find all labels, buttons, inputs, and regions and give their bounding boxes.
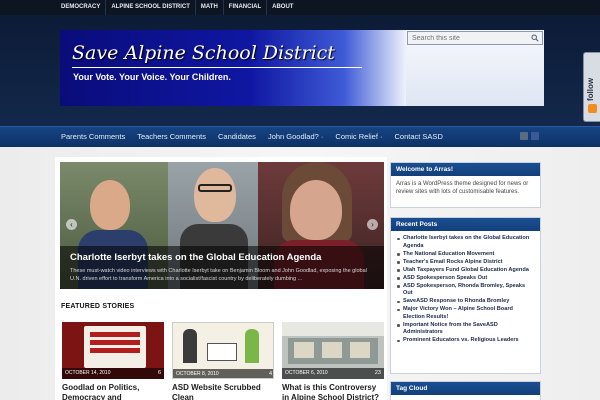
top-nav: DEMOCRACY ALPINE SCHOOL DISTRICT MATH FI… <box>56 0 298 15</box>
nav-teachers-comments[interactable]: Teachers Comments <box>131 127 212 147</box>
rss-feed-icon[interactable] <box>520 132 528 140</box>
widget-title: Tag Cloud <box>391 382 540 395</box>
top-nav-financial[interactable]: FINANCIAL <box>224 0 268 15</box>
comment-count[interactable]: 4 <box>269 371 272 377</box>
search-icon[interactable] <box>531 34 539 42</box>
main-nav: Parents Comments Teachers Comments Candi… <box>0 126 600 147</box>
slide-title[interactable]: Charlotte Iserbyt takes on the Global Ed… <box>70 252 321 263</box>
card-title[interactable]: Goodlad on Politics, Democracy and Capit… <box>62 383 164 400</box>
welcome-widget: Welcome to Arras! Arras is a WordPress t… <box>390 162 541 208</box>
top-bar: DEMOCRACY ALPINE SCHOOL DISTRICT MATH FI… <box>0 0 600 15</box>
featured-slider[interactable]: ‹ › Charlotte Iserbyt takes on the Globa… <box>60 162 384 289</box>
follow-tab[interactable]: follow <box>583 52 600 122</box>
recent-post-link[interactable]: ASD Spokesperson, Rhonda Bromley, Speaks… <box>397 283 535 298</box>
tag-cloud-widget: Tag Cloud <box>390 381 541 400</box>
follow-label: follow <box>586 77 595 101</box>
top-nav-about[interactable]: ABOUT <box>267 0 298 15</box>
card-date: OCTOBER 14, 2010 <box>65 370 111 376</box>
widget-title: Recent Posts <box>391 218 540 231</box>
nav-candidates[interactable]: Candidates <box>212 127 262 147</box>
slide-caption: Charlotte Iserbyt takes on the Global Ed… <box>60 246 384 289</box>
top-nav-math[interactable]: MATH <box>196 0 224 15</box>
nav-parents-comments[interactable]: Parents Comments <box>55 127 131 147</box>
widget-text: Arras is a WordPress theme designed for … <box>396 181 529 195</box>
card-title[interactable]: What is this Controversy in Alpine Schoo… <box>282 383 384 400</box>
card-thumbnail[interactable]: OCTOBER 8, 2010 4 <box>172 322 274 379</box>
card-date: OCTOBER 6, 2010 <box>285 370 328 376</box>
top-nav-democracy[interactable]: DEMOCRACY <box>56 0 107 15</box>
comment-count[interactable]: 6 <box>158 370 161 376</box>
recent-post-link[interactable]: Teacher's Email Rocks Alpine District <box>397 259 535 267</box>
nav-john-goodlad[interactable]: John Goodlad? · <box>262 127 329 147</box>
recent-post-link[interactable]: Utah Taxpayers Fund Global Education Age… <box>397 267 535 275</box>
recent-post-link[interactable]: SaveASD Response to Rhonda Bromley <box>397 298 535 306</box>
recent-post-link[interactable]: ASD Spokesperson Speaks Out <box>397 275 535 283</box>
facebook-icon[interactable] <box>531 132 539 140</box>
search-input[interactable] <box>408 34 526 42</box>
site-banner[interactable]: Save Alpine School District Your Vote. Y… <box>60 30 406 106</box>
featured-stories-heading: FEATURED STORIES <box>61 303 135 310</box>
slider-next-button[interactable]: › <box>367 219 378 230</box>
nav-contact-sasd[interactable]: Contact SASD <box>389 127 449 147</box>
widget-title: Welcome to Arras! <box>391 163 540 176</box>
recent-post-link[interactable]: Prominent Educators vs. Religious Leader… <box>397 337 535 345</box>
top-nav-alpine-school-district[interactable]: ALPINE SCHOOL DISTRICT <box>106 0 196 15</box>
recent-post-link[interactable]: Major Victory Won – Alpine School Board … <box>397 306 535 321</box>
card-date: OCTOBER 8, 2010 <box>176 371 219 377</box>
recent-post-link[interactable]: The National Education Movement <box>397 251 535 259</box>
recent-posts-list: Charlotte Iserbyt takes on the Global Ed… <box>391 231 540 347</box>
site-title: Save Alpine School District <box>72 42 335 64</box>
recent-post-link[interactable]: Charlotte Iserbyt takes on the Global Ed… <box>397 235 535 250</box>
recent-post-link[interactable]: Important Notice from the SaveASD Admini… <box>397 322 535 337</box>
slide-excerpt: These must-watch video interviews with C… <box>70 268 367 282</box>
card-thumbnail[interactable]: OCTOBER 6, 2010 23 <box>282 322 384 379</box>
card-thumbnail[interactable]: OCTOBER 14, 2010 6 <box>62 322 164 379</box>
search-box <box>407 31 543 45</box>
site-tagline: Your Vote. Your Voice. Your Children. <box>73 72 231 82</box>
recent-posts-widget: Recent Posts Charlotte Iserbyt takes on … <box>390 217 541 374</box>
slider-prev-button[interactable]: ‹ <box>66 219 77 230</box>
rss-icon <box>588 104 597 113</box>
social-links <box>520 132 539 140</box>
card-title[interactable]: ASD Website Scrubbed Clean <box>172 383 274 400</box>
comment-count[interactable]: 23 <box>375 370 381 376</box>
title-underline <box>72 67 362 68</box>
nav-comic-relief[interactable]: Comic Relief · <box>329 127 388 147</box>
